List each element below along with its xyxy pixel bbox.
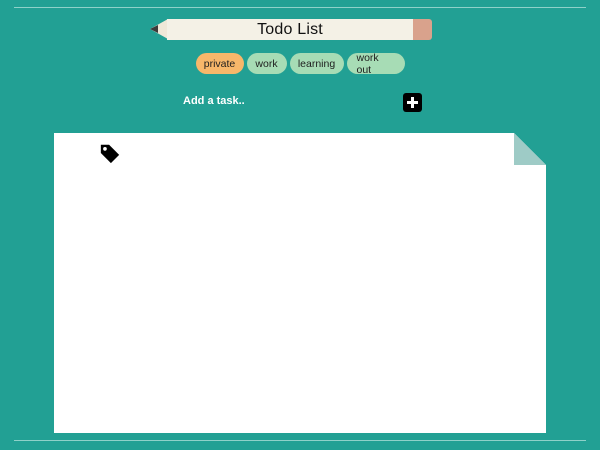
tag-icon <box>100 144 120 164</box>
tab-work-out[interactable]: work out <box>346 52 405 76</box>
add-task-input[interactable]: Add a task.. <box>183 95 245 107</box>
tab-learning[interactable]: learning <box>289 53 344 74</box>
paper-fold-corner <box>514 133 546 165</box>
task-paper <box>54 133 546 433</box>
pencil-header: Todo List <box>150 19 432 40</box>
todo-app: Todo List private work learning work out… <box>0 0 600 450</box>
tab-work[interactable]: work <box>246 53 287 74</box>
pencil-lead <box>150 25 158 33</box>
tab-private[interactable]: private <box>195 53 244 74</box>
page-title: Todo List <box>257 20 323 38</box>
bottom-divider <box>14 440 586 441</box>
category-tabs: private work learning work out <box>0 52 600 76</box>
pencil-eraser <box>413 19 432 40</box>
top-divider <box>14 7 586 8</box>
pencil-body: Todo List <box>167 19 413 40</box>
plus-icon[interactable] <box>403 93 422 112</box>
